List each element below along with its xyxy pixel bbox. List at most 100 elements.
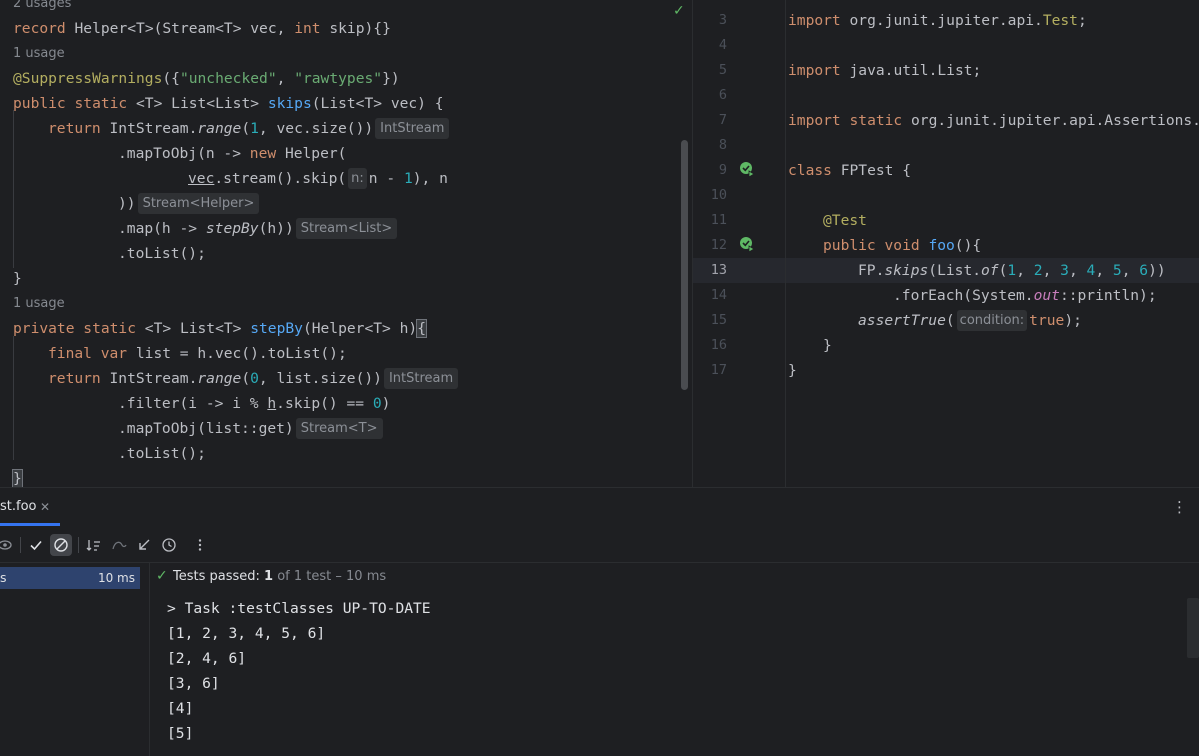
code-token: ( [945,312,955,329]
code-token: Test [1042,12,1078,29]
code-line[interactable]: record Helper<T>(Stream<T> vec, int skip… [0,16,692,41]
code-token: .map(h -> [118,220,206,237]
code-token: .stream().skip( [214,170,347,187]
code-line[interactable]: import org.junit.jupiter.api.Test; [693,8,1199,33]
code-token: FP. [858,262,885,279]
code-text: class FPTest { [788,158,911,183]
right-code-editor[interactable]: 3 4 5 6 7 8 9 10 11 12 13 14 15 16 17 import org.junit… [693,0,1199,487]
usages-hint[interactable]: 1 usage [0,291,692,316]
status-count: 1 [264,569,274,584]
code-line[interactable]: return IntStream.range(1, vec.size()) Int… [0,116,692,141]
console-line: [5] [167,725,194,742]
code-token: 2 [1033,262,1043,279]
code-line[interactable]: @Test [693,208,1199,233]
code-text: .toList(); [118,441,206,466]
code-token: } [13,270,22,287]
show-passed-check-icon[interactable] [25,534,47,556]
code-line[interactable]: .mapToObj(list::get) Stream<T> [0,416,692,441]
code-line[interactable]: .toList(); [0,241,692,266]
code-token: } [823,337,832,354]
show-passed-eye-icon[interactable] [0,534,16,556]
code-line[interactable]: vec.stream().skip(n: n - 1), n [0,166,692,191]
code-token: true [1029,312,1065,329]
console-line: > Task :testClasses UP-TO-DATE [167,600,431,617]
code-token: ( [241,120,251,137]
sort-by-duration-icon[interactable] [108,534,130,556]
console-line: [2, 4, 6] [167,650,247,667]
test-tree: s 10 ms [0,563,150,756]
close-tab-icon[interactable]: ✕ [40,500,50,514]
code-line[interactable]: final var list = h.vec().toList(); [0,341,692,366]
code-line[interactable]: .mapToObj(n -> new Helper( [0,141,692,166]
code-line[interactable]: import java.util.List; [693,58,1199,83]
code-line[interactable]: FP.skips(List.of(1, 2, 3, 4, 5, 6)) [693,258,1199,283]
code-token: org.junit.jupiter.api.Assertions. [911,112,1199,129]
code-token: 1 [403,170,413,187]
code-line[interactable] [693,83,1199,108]
code-text: import static org.junit.jupiter.api.Asse… [788,108,1199,133]
code-line[interactable]: .map(h -> stepBy(h)) Stream<List> [0,216,692,241]
code-line[interactable]: .toList(); [0,441,692,466]
test-history-icon[interactable] [158,534,180,556]
toolbar-more-icon[interactable] [189,534,211,556]
status-suffix: of 1 test – 10 ms [273,569,387,584]
code-token: (h)) [258,220,294,237]
show-ignored-icon[interactable] [50,534,72,556]
more-options-icon[interactable]: ⋮ [1172,498,1187,516]
code-line[interactable]: } [693,358,1199,383]
console-output[interactable]: > Task :testClasses UP-TO-DATE [1, 2, 3, … [151,594,1199,756]
code-token: IntStream. [109,370,198,387]
code-line[interactable]: .filter(i -> i % h.skip() == 0) [0,391,692,416]
code-line[interactable]: assertTrue(condition: true); [693,308,1199,333]
code-token: ({ [162,70,180,87]
code-text: record Helper<T>(Stream<T> vec, int skip… [13,16,391,41]
code-token: >(Stream<T> vec, [144,20,295,37]
code-line[interactable]: } [0,266,692,291]
code-text: return IntStream.range(1, vec.size()) Int… [48,116,451,141]
code-text: @SuppressWarnings({"unchecked", "rawtype… [13,66,400,91]
code-line[interactable] [693,33,1199,58]
usages-hint[interactable]: 1 usage [0,41,692,66]
sort-alphabetically-icon[interactable] [83,534,105,556]
collapse-all-icon[interactable] [133,534,155,556]
inlay-hint: condition: [956,310,1028,331]
code-line[interactable]: )) Stream<Helper> [0,191,692,216]
code-line[interactable]: return IntStream.range(0, list.size()) In… [0,366,692,391]
code-text: .filter(i -> i % h.skip() == 0) [118,391,390,416]
code-line[interactable]: public static <T> List<List> skips(List<… [0,91,692,116]
code-line[interactable]: import static org.junit.jupiter.api.Asse… [693,108,1199,133]
code-line[interactable]: private static <T> List<T> stepBy(Helper… [0,316,692,341]
test-tree-label: s [0,570,7,585]
code-text: } [13,266,22,291]
code-token: (List. [928,262,982,279]
code-line[interactable]: .forEach(System.out::println); [693,283,1199,308]
code-line[interactable] [693,183,1199,208]
code-token: )) [118,195,136,212]
code-text: } [788,358,797,383]
run-tab-title[interactable]: st.foo [0,499,37,514]
code-token: , [1016,262,1034,279]
code-line[interactable]: } [693,333,1199,358]
code-line[interactable]: } [0,466,692,487]
code-token: public static [13,95,137,112]
inlay-hint: Stream<T> [295,418,383,439]
code-token: ::println); [1059,287,1157,304]
code-text: )) Stream<Helper> [118,191,261,216]
code-line[interactable]: public void foo(){ [693,233,1199,258]
code-token: h [267,395,277,412]
code-text: } [823,333,832,358]
code-token: .toList(); [118,245,206,262]
code-token: .toList(); [118,445,206,462]
code-token: @SuppressWarnings [13,70,163,87]
left-code-editor[interactable]: ✓ 2 usages record Helper<T>(Stream<T> vec… [0,0,692,487]
code-line[interactable]: @SuppressWarnings({"unchecked", "rawtype… [0,66,692,91]
usages-hint[interactable]: 2 usages [0,0,692,16]
code-line[interactable]: class FPTest { [693,158,1199,183]
code-token: range [197,120,242,137]
code-token: 4 [1086,262,1096,279]
code-token: (Helper<T> h) [302,320,418,337]
test-tree-row-selected[interactable]: s 10 ms [0,567,140,589]
code-line[interactable] [693,133,1199,158]
console-scrollbar[interactable] [1187,598,1199,658]
code-token: ), n [412,170,448,187]
